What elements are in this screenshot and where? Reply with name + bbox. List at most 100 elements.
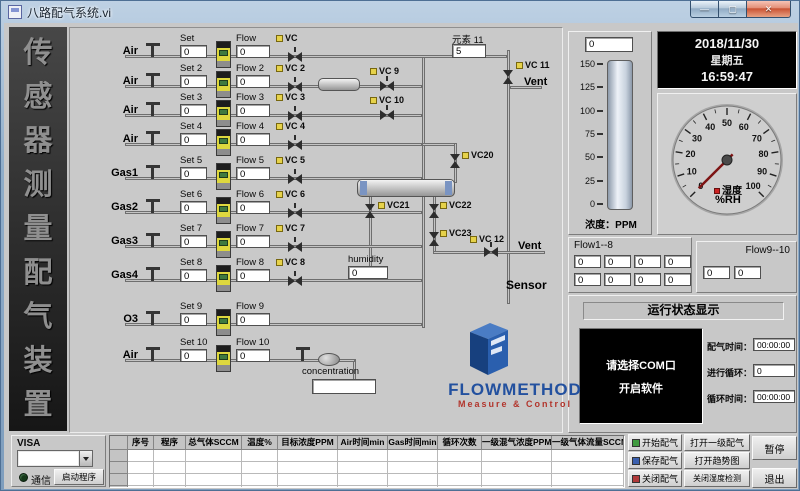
table-cell[interactable] bbox=[438, 486, 482, 488]
table-cell[interactable] bbox=[338, 474, 388, 486]
valve-vc9-icon[interactable] bbox=[380, 81, 394, 91]
valve-row7-icon[interactable] bbox=[288, 242, 302, 252]
manual-valve-icon[interactable] bbox=[146, 73, 160, 87]
valve-row4-icon[interactable] bbox=[288, 140, 302, 150]
manual-valve-icon[interactable] bbox=[146, 165, 160, 179]
table-cell[interactable] bbox=[278, 450, 338, 462]
set-input[interactable]: 0 bbox=[180, 104, 207, 117]
table-cell[interactable] bbox=[438, 462, 482, 474]
close-humidity-button[interactable]: 关闭湿度检测 bbox=[684, 470, 750, 487]
table-cell[interactable] bbox=[388, 462, 438, 474]
table-cell[interactable] bbox=[552, 474, 624, 486]
combo-dropdown-button[interactable] bbox=[79, 451, 92, 466]
minimize-button[interactable]: — bbox=[690, 1, 719, 18]
manual-valve-icon[interactable] bbox=[146, 267, 160, 281]
table-cell[interactable] bbox=[482, 474, 552, 486]
table-cell[interactable] bbox=[242, 462, 278, 474]
table-cell[interactable] bbox=[242, 474, 278, 486]
set-input[interactable]: 0 bbox=[180, 235, 207, 248]
table-cell[interactable] bbox=[186, 486, 242, 488]
table-cell[interactable] bbox=[242, 450, 278, 462]
table-cell[interactable] bbox=[438, 474, 482, 486]
table-cell[interactable] bbox=[388, 450, 438, 462]
table-cell[interactable] bbox=[154, 462, 186, 474]
table-cell[interactable] bbox=[388, 486, 438, 488]
set-input[interactable]: 0 bbox=[180, 133, 207, 146]
table-cell[interactable] bbox=[186, 462, 242, 474]
valve-vc23-icon[interactable] bbox=[429, 232, 439, 246]
table-cell[interactable] bbox=[338, 462, 388, 474]
svg-text:30: 30 bbox=[692, 133, 702, 143]
manual-valve-icon[interactable] bbox=[146, 347, 160, 361]
valve-row2-icon[interactable] bbox=[288, 82, 302, 92]
table-cell[interactable] bbox=[128, 462, 154, 474]
table-cell[interactable] bbox=[154, 474, 186, 486]
table-row-header[interactable] bbox=[110, 474, 128, 486]
table-cell[interactable] bbox=[482, 450, 552, 462]
start-program-button[interactable]: 启动程序 bbox=[54, 469, 104, 485]
table-cell[interactable] bbox=[278, 474, 338, 486]
valve-label-vc23: VC23 bbox=[440, 228, 472, 238]
manual-valve-icon[interactable] bbox=[146, 233, 160, 247]
table-cell[interactable] bbox=[278, 462, 338, 474]
table-row-header[interactable] bbox=[110, 450, 128, 462]
table-row-header[interactable] bbox=[110, 486, 128, 488]
table-cell[interactable] bbox=[438, 450, 482, 462]
table-cell[interactable] bbox=[128, 486, 154, 488]
table-cell[interactable] bbox=[128, 474, 154, 486]
close-button[interactable]: ✕ bbox=[746, 1, 791, 18]
table-cell[interactable] bbox=[482, 486, 552, 488]
table-cell[interactable] bbox=[338, 450, 388, 462]
valve-vc20-icon[interactable] bbox=[450, 154, 460, 168]
close-gas-button[interactable]: 关闭配气 bbox=[628, 470, 682, 487]
start-gas-button[interactable]: 开始配气 bbox=[628, 434, 682, 451]
table-cell[interactable] bbox=[278, 486, 338, 488]
valve-row8-icon[interactable] bbox=[288, 276, 302, 286]
exit-button[interactable]: 退出 bbox=[752, 468, 797, 488]
manual-valve-icon[interactable] bbox=[146, 131, 160, 145]
table-cell[interactable] bbox=[154, 450, 186, 462]
program-table[interactable]: 序号程序总气体SCCM温度%目标浓度PPMAir时间minGas时间min循环次… bbox=[109, 435, 625, 488]
set-input[interactable]: 0 bbox=[180, 45, 207, 58]
table-cell[interactable] bbox=[186, 450, 242, 462]
manual-valve-icon[interactable] bbox=[146, 102, 160, 116]
element11-input[interactable]: 5 bbox=[452, 44, 486, 58]
visa-resource-combo[interactable] bbox=[17, 450, 93, 467]
table-cell[interactable] bbox=[552, 450, 624, 462]
table-cell[interactable] bbox=[186, 474, 242, 486]
set-input[interactable]: 0 bbox=[180, 349, 207, 362]
valve-row6-icon[interactable] bbox=[288, 208, 302, 218]
manual-valve-icon[interactable] bbox=[146, 311, 160, 325]
set-input[interactable]: 0 bbox=[180, 269, 207, 282]
table-cell[interactable] bbox=[338, 486, 388, 488]
titlebar[interactable]: 八路配气系统.vi — ▢ ✕ bbox=[1, 1, 799, 23]
pause-button[interactable]: 暂停 bbox=[752, 436, 797, 460]
valve-row1-icon[interactable] bbox=[288, 52, 302, 62]
valve-vc22-icon[interactable] bbox=[429, 204, 439, 218]
save-gas-button[interactable]: 保存配气 bbox=[628, 452, 682, 469]
manual-valve-icon[interactable] bbox=[146, 199, 160, 213]
table-cell[interactable] bbox=[388, 474, 438, 486]
table-cell[interactable] bbox=[552, 462, 624, 474]
set-input[interactable]: 0 bbox=[180, 201, 207, 214]
table-cell[interactable] bbox=[128, 450, 154, 462]
manual-valve-icon[interactable] bbox=[296, 347, 310, 361]
valve-row5-icon[interactable] bbox=[288, 174, 302, 184]
maximize-button[interactable]: ▢ bbox=[719, 1, 746, 18]
manual-valve-icon[interactable] bbox=[146, 43, 160, 57]
valve-vc12-icon[interactable] bbox=[484, 247, 498, 257]
table-cell[interactable] bbox=[552, 486, 624, 488]
valve-vc10-icon[interactable] bbox=[380, 110, 394, 120]
valve-row3-icon[interactable] bbox=[288, 111, 302, 121]
valve-vc11-icon[interactable] bbox=[503, 70, 513, 84]
table-cell[interactable] bbox=[242, 486, 278, 488]
valve-vc21-icon[interactable] bbox=[365, 204, 375, 218]
open-trend-button[interactable]: 打开趋势图 bbox=[684, 452, 750, 469]
open-primary-gas-button[interactable]: 打开一级配气 bbox=[684, 434, 750, 451]
table-row-header[interactable] bbox=[110, 462, 128, 474]
table-cell[interactable] bbox=[154, 486, 186, 488]
table-cell[interactable] bbox=[482, 462, 552, 474]
set-input[interactable]: 0 bbox=[180, 313, 207, 326]
set-input[interactable]: 0 bbox=[180, 75, 207, 88]
set-input[interactable]: 0 bbox=[180, 167, 207, 180]
